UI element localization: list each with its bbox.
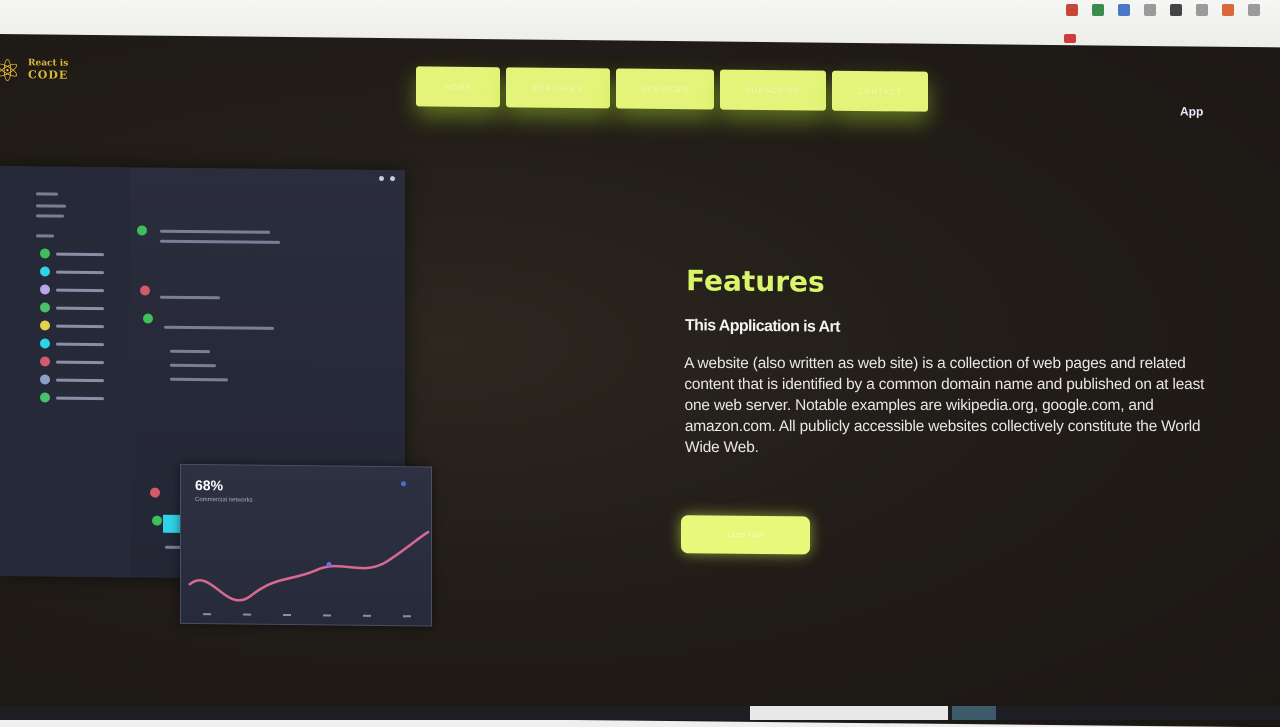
site-header: ⚛ React is CODE Home Features Services S… — [0, 34, 1280, 137]
preview-contact-row — [40, 374, 104, 385]
preview-message — [160, 295, 220, 300]
contact-avatar — [40, 338, 50, 349]
stats-line — [188, 530, 430, 602]
app-link[interactable]: App — [1180, 104, 1203, 118]
extension-icon[interactable] — [1222, 4, 1234, 16]
logo-line-2: CODE — [28, 68, 69, 82]
react-atom-icon: ⚛ — [0, 54, 21, 89]
contact-name-line — [56, 288, 104, 292]
nav-home-button[interactable]: Home — [416, 66, 500, 108]
contact-name-line — [56, 270, 104, 274]
contact-avatar — [40, 374, 50, 385]
logo-text: React is CODE — [28, 58, 69, 82]
os-taskbar — [0, 706, 1280, 720]
contact-avatar — [40, 302, 50, 313]
stats-line-chart — [188, 530, 430, 618]
web-page: ⚛ React is CODE Home Features Services S… — [0, 34, 1280, 727]
x-axis-tick — [363, 614, 371, 617]
site-logo[interactable]: ⚛ React is CODE — [0, 54, 80, 95]
contact-name-line — [56, 360, 104, 364]
preview-message — [170, 377, 228, 382]
preview-avatar — [137, 225, 147, 236]
extension-icon[interactable] — [1196, 4, 1208, 16]
preview-avatar — [143, 313, 153, 324]
x-axis-tick — [203, 613, 211, 616]
preview-line — [36, 204, 66, 208]
nav-services-button[interactable]: Services — [616, 68, 714, 110]
contact-name-line — [56, 324, 104, 328]
extension-icon[interactable] — [1144, 4, 1156, 16]
features-subheading: This Application is Art — [685, 317, 840, 336]
contact-avatar — [40, 284, 50, 295]
preview-line — [36, 234, 54, 238]
contact-avatar — [40, 266, 50, 277]
preview-avatar — [152, 515, 162, 526]
pdf-extension-icon[interactable] — [1066, 4, 1078, 16]
contact-name-line — [56, 306, 104, 310]
preview-contact-row — [40, 284, 104, 295]
main-nav: Home Features Services Subscribe Contact — [416, 66, 928, 112]
x-axis-tick — [243, 613, 251, 616]
menu-icon[interactable] — [1248, 4, 1260, 16]
contact-name-line — [56, 252, 104, 256]
learn-more-button[interactable]: Learn More — [681, 515, 810, 555]
contact-avatar — [40, 356, 50, 367]
preview-avatar — [140, 285, 150, 296]
preview-contact-row — [40, 338, 104, 349]
features-description: A website (also written as web site) is … — [684, 355, 1205, 457]
stats-card: 68% Commercial networks — [180, 463, 432, 627]
contact-name-line — [56, 396, 104, 400]
contact-name-line — [56, 342, 104, 346]
preview-avatar — [150, 487, 160, 498]
extension-icon[interactable] — [1118, 4, 1130, 16]
nav-features-button[interactable]: Features — [506, 67, 610, 109]
contact-avatar — [40, 392, 50, 403]
nav-subscribe-button[interactable]: Subscribe — [720, 69, 826, 111]
x-axis-tick — [403, 615, 411, 618]
preview-message — [170, 349, 210, 354]
taskbar-app-button[interactable] — [952, 706, 996, 720]
preview-contact-row — [40, 302, 104, 313]
taskbar-window-button[interactable] — [750, 706, 948, 720]
preview-contact-row — [40, 266, 104, 277]
nav-contact-button[interactable]: Contact — [832, 70, 928, 112]
preview-control-dot — [379, 175, 384, 182]
features-heading: Features — [686, 264, 825, 299]
preview-message — [170, 363, 216, 368]
preview-message — [160, 229, 270, 234]
preview-line — [36, 192, 58, 196]
preview-message — [160, 239, 280, 244]
bookmark-icon[interactable] — [1064, 34, 1076, 43]
preview-control-dot — [390, 176, 395, 182]
x-axis-tick — [283, 613, 291, 617]
extension-icon[interactable] — [1170, 4, 1182, 16]
contact-avatar — [40, 248, 50, 259]
contact-name-line — [56, 378, 104, 382]
preview-sidebar — [0, 166, 130, 578]
contact-avatar — [40, 320, 50, 331]
preview-contact-row — [40, 320, 104, 331]
preview-message — [164, 325, 274, 330]
browser-extension-icons — [1066, 4, 1260, 16]
preview-contact-row — [40, 356, 104, 367]
sheet-extension-icon[interactable] — [1092, 4, 1104, 16]
preview-window-controls — [379, 175, 395, 182]
preview-line — [36, 214, 64, 218]
x-axis-tick — [323, 614, 331, 617]
preview-contact-row — [40, 392, 104, 403]
preview-contact-row — [40, 248, 104, 259]
